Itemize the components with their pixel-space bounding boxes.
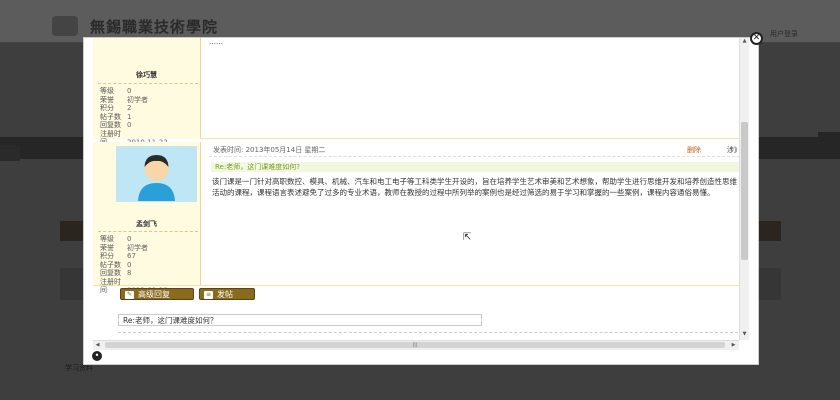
horizontal-scrollbar[interactable]: ◀ ||| ▶ bbox=[93, 340, 739, 350]
stat-label: 荣誉 bbox=[100, 243, 114, 252]
username: 孟剑飞 bbox=[136, 220, 157, 228]
user-avatar-icon bbox=[116, 146, 197, 202]
thread-modal: 徐巧慧 等级0 荣誉初学者 积分2 帖子数1 回复数0 注册时间2010-11-… bbox=[83, 37, 759, 365]
user-stats: 等级0 荣誉初学者 积分2 帖子数1 回复数0 注册时间2010-11-22 bbox=[100, 87, 168, 147]
meta-divider bbox=[209, 156, 740, 157]
mouse-cursor-icon: ⇱ bbox=[463, 232, 472, 243]
reply-icon: ✎ bbox=[125, 290, 134, 299]
stat-value: 1 bbox=[127, 112, 132, 121]
vertical-scroll-thumb[interactable] bbox=[741, 122, 748, 260]
previous-post-snippet: …… bbox=[209, 38, 223, 46]
site-logo bbox=[52, 16, 78, 36]
horizontal-scroll-thumb[interactable]: ||| bbox=[105, 342, 725, 348]
reply-title-input[interactable]: Re:老师，这门课难度如何？ bbox=[118, 314, 482, 326]
scroll-right-icon[interactable]: ▶ bbox=[729, 342, 738, 348]
thread-content: 徐巧慧 等级0 荣誉初学者 积分2 帖子数1 回复数0 注册时间2010-11-… bbox=[93, 38, 740, 340]
background-side-left bbox=[0, 145, 20, 161]
new-post-label: 发帖 bbox=[217, 290, 233, 299]
stat-value: 0 bbox=[127, 260, 132, 269]
login-link: 用户登录 bbox=[770, 30, 798, 38]
new-post-button[interactable]: ≡ 发帖 bbox=[199, 288, 255, 300]
stat-label: 帖子数 bbox=[100, 112, 121, 121]
scroll-up-icon[interactable]: ▲ bbox=[740, 38, 749, 44]
background-side-right bbox=[818, 132, 840, 158]
modal-control-icon[interactable]: • bbox=[92, 351, 102, 361]
stat-label: 回复数 bbox=[100, 269, 121, 277]
background-tab-left bbox=[60, 221, 84, 241]
stat-value: 0 bbox=[127, 121, 132, 129]
site-title: 無錫職業技術學院 bbox=[90, 18, 219, 36]
scroll-down-icon[interactable]: ▼ bbox=[740, 331, 749, 337]
vertical-scrollbar[interactable]: ▲ ▼ bbox=[739, 38, 749, 340]
scroll-left-icon[interactable]: ◀ bbox=[93, 342, 102, 348]
stat-value: 初学者 bbox=[127, 243, 148, 252]
delete-link[interactable]: 删除 bbox=[687, 145, 701, 155]
profile-divider bbox=[98, 83, 198, 84]
stat-label: 回复数 bbox=[100, 121, 121, 129]
stat-label: 等级 bbox=[100, 235, 114, 243]
advanced-reply-label: 高级回复 bbox=[138, 290, 170, 299]
stat-label: 荣誉 bbox=[100, 95, 114, 104]
stat-value: 0 bbox=[127, 235, 132, 243]
stat-value: 2 bbox=[127, 104, 132, 112]
stat-value: 初学者 bbox=[127, 95, 148, 104]
profile-divider bbox=[98, 231, 198, 232]
post-bottom-separator bbox=[93, 285, 740, 286]
user-profile: 孟剑飞 等级0 荣誉初学者 积分67 帖子数0 回复数8 注册时间2012-09… bbox=[93, 142, 201, 294]
stat-label: 帖子数 bbox=[100, 260, 121, 269]
post-title: Re:老师，这门课难度如何? bbox=[211, 162, 740, 172]
stat-label: 等级 bbox=[100, 87, 114, 95]
post-body: 该门课是一门针对高职数控、模具、机械、汽车和电工电子等工科类学生开设的，旨在培养… bbox=[212, 177, 737, 197]
stat-value: 8 bbox=[127, 269, 132, 277]
post-separator bbox=[200, 138, 740, 139]
background-block-right bbox=[757, 268, 781, 300]
close-icon[interactable]: ✕ bbox=[750, 32, 763, 45]
stat-value: 67 bbox=[127, 252, 136, 260]
user-profile-prev: 徐巧慧 等级0 荣誉初学者 积分2 帖子数1 回复数0 注册时间2010-11-… bbox=[93, 38, 201, 146]
username: 徐巧慧 bbox=[136, 71, 157, 79]
background-tab-right bbox=[757, 221, 781, 241]
editor-divider bbox=[118, 332, 738, 333]
stat-label: 积分 bbox=[100, 252, 114, 260]
post-icon: ≡ bbox=[204, 290, 213, 299]
background-block-left bbox=[60, 268, 84, 300]
stat-label: 积分 bbox=[100, 104, 114, 112]
post-timestamp: 发表时间: 2013年05月14日 星期二 bbox=[213, 146, 326, 154]
stat-value: 0 bbox=[127, 87, 132, 95]
advanced-reply-button[interactable]: ✎ 高级回复 bbox=[120, 288, 194, 300]
